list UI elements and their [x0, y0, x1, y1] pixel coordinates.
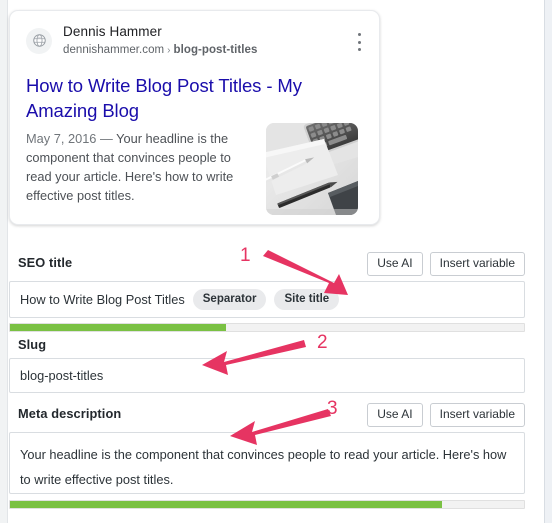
seo-title-actions: Use AI Insert variable [367, 252, 525, 276]
breadcrumb-separator: › [167, 44, 171, 56]
slug-value: blog-post-titles [20, 368, 104, 383]
slug-label: Slug [18, 337, 47, 352]
slug-field-block: Slug blog-post-titles [9, 334, 525, 393]
meta-description-field-block: Meta description Use AI Insert variable … [9, 403, 525, 509]
breadcrumb: dennishammer.com › blog-post-titles [63, 43, 257, 58]
seo-title-token-row: How to Write Blog Post Titles Separator … [20, 289, 514, 310]
breadcrumb-path: blog-post-titles [173, 43, 258, 56]
seo-title-input[interactable]: How to Write Blog Post Titles Separator … [9, 281, 525, 318]
slug-header: Slug [9, 334, 525, 355]
seo-title-label: SEO title [18, 255, 73, 270]
seo-title-insert-variable-button[interactable]: Insert variable [429, 252, 525, 276]
meta-description-progress-fill [10, 501, 442, 508]
preview-snippet: May 7, 2016 — Your headline is the compo… [26, 129, 254, 205]
seo-title-progress-fill [10, 324, 226, 331]
preview-site-header: Dennis Hammer dennishammer.com › blog-post… [26, 24, 257, 57]
seo-title-chip-site-title[interactable]: Site title [274, 289, 340, 310]
seo-title-text-value: How to Write Blog Post Titles [20, 292, 185, 307]
annotation-number-2: 2 [317, 332, 328, 353]
slug-input[interactable]: blog-post-titles [9, 358, 525, 393]
annotation-number-3: 3 [327, 398, 338, 419]
seo-title-use-ai-button[interactable]: Use AI [367, 252, 423, 276]
preview-title-link[interactable]: How to Write Blog Post Titles - My Amazi… [26, 73, 334, 123]
annotation-number-1: 1 [240, 245, 251, 266]
right-scroll-rail[interactable] [544, 0, 552, 523]
kebab-dot [357, 48, 361, 51]
breadcrumb-domain: dennishammer.com [63, 43, 165, 56]
seo-title-field-block: SEO title Use AI Insert variable How to … [9, 252, 525, 332]
meta-description-length-progress [9, 500, 525, 509]
seo-title-length-progress [9, 323, 525, 332]
meta-description-header: Meta description Use AI Insert variable [9, 403, 525, 427]
google-preview-card: Dennis Hammer dennishammer.com › blog-post… [9, 10, 380, 225]
meta-description-actions: Use AI Insert variable [367, 403, 525, 427]
preview-thumbnail [266, 123, 358, 215]
meta-description-label: Meta description [18, 406, 122, 421]
globe-icon [26, 27, 52, 54]
kebab-dot [357, 33, 361, 36]
meta-description-value: Your headline is the component that conv… [20, 447, 507, 487]
meta-description-insert-variable-button[interactable]: Insert variable [429, 403, 525, 427]
meta-description-input[interactable]: Your headline is the component that conv… [9, 432, 525, 494]
seo-settings-page: Dennis Hammer dennishammer.com › blog-post… [0, 0, 552, 523]
kebab-dot [357, 40, 361, 44]
left-gutter [0, 0, 8, 523]
site-meta: Dennis Hammer dennishammer.com › blog-post… [63, 24, 257, 57]
meta-description-use-ai-button[interactable]: Use AI [367, 403, 423, 427]
seo-title-chip-separator[interactable]: Separator [192, 289, 267, 310]
seo-title-header: SEO title Use AI Insert variable [9, 252, 525, 276]
preview-date: May 7, 2016 [26, 131, 97, 146]
kebab-menu-icon[interactable] [352, 33, 366, 51]
site-name: Dennis Hammer [63, 24, 162, 39]
preview-dash: — [100, 131, 113, 146]
